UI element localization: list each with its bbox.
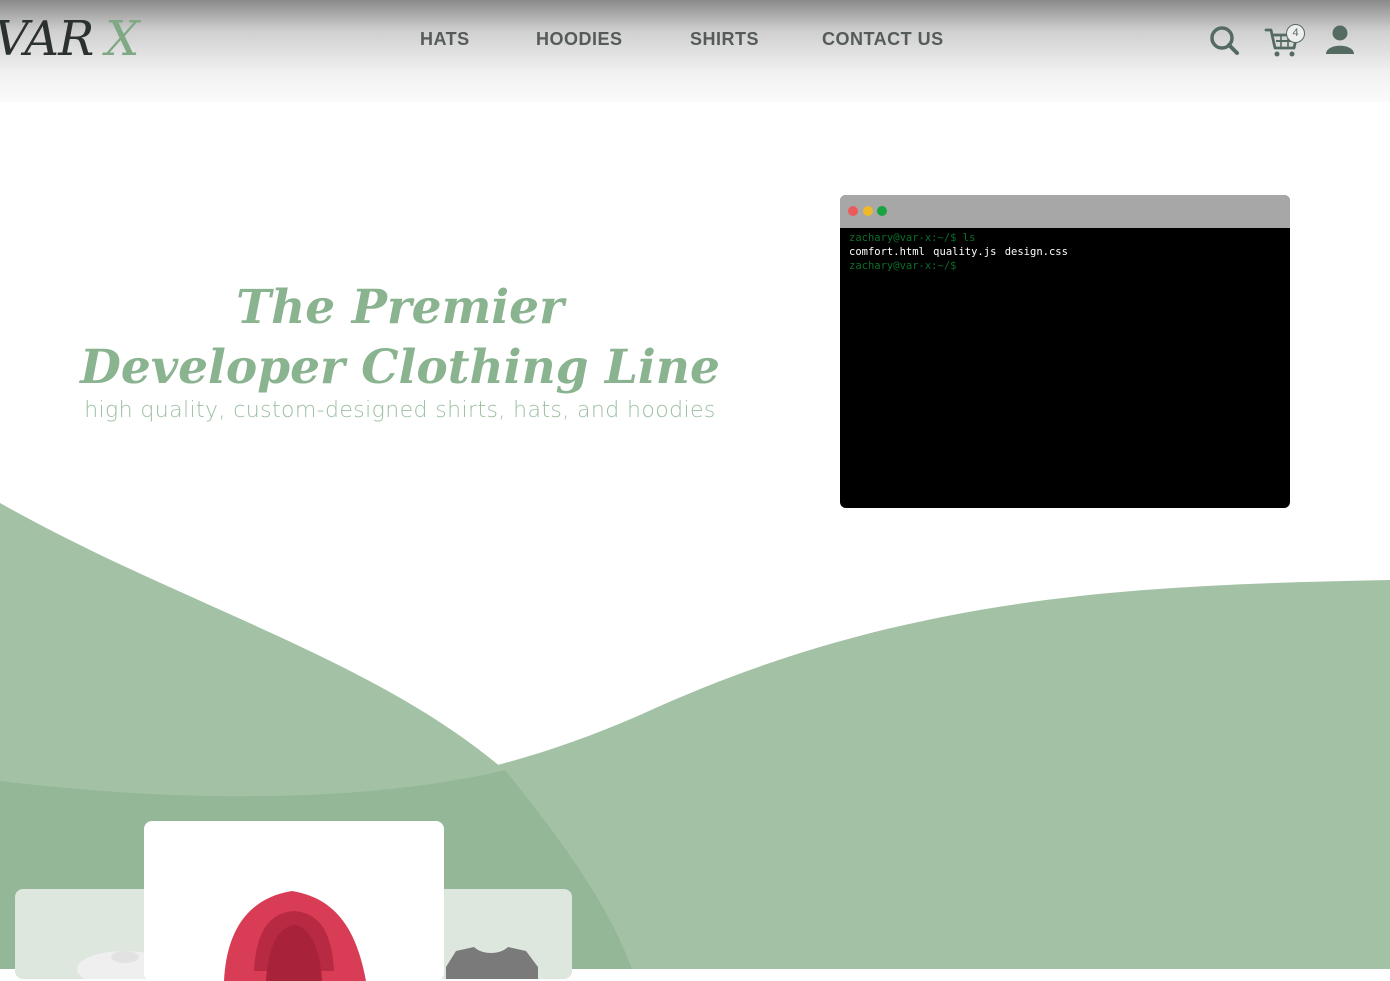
brand-name: VAR	[0, 11, 94, 67]
terminal-body: zachary@var-x:~/$ ls comfort.html qualit…	[840, 228, 1290, 276]
hoodie-image	[224, 891, 366, 981]
nav-shirts[interactable]: SHIRTS	[690, 28, 759, 50]
minimize-dot-icon	[863, 206, 873, 216]
site-header: VAR X HATS HOODIES SHIRTS CONTACT US 4	[0, 0, 1390, 102]
brand-logo[interactable]: VAR X	[0, 11, 139, 67]
hero-subtitle: high quality, custom-designed shirts, ha…	[84, 398, 716, 423]
maximize-dot-icon	[877, 206, 887, 216]
product-card-hoodie[interactable]	[144, 821, 444, 981]
hat-image	[77, 951, 155, 979]
terminal-output-line: comfort.html quality.js design.css	[849, 246, 1068, 258]
hero-title-line-2: Developer Clothing Line	[80, 340, 720, 395]
user-icon[interactable]	[1322, 22, 1358, 58]
nav-hoodies[interactable]: HOODIES	[536, 28, 623, 50]
shirt-image	[446, 947, 538, 979]
terminal-window: zachary@var-x:~/$ ls comfort.html qualit…	[840, 195, 1290, 508]
close-dot-icon	[848, 206, 858, 216]
nav-hats[interactable]: HATS	[420, 28, 470, 50]
product-card-shirt[interactable]	[430, 889, 572, 979]
terminal-prompt-line: zachary@var-x:~/$ ls	[849, 232, 976, 244]
search-icon[interactable]	[1206, 22, 1242, 58]
hero-title-line-1: The Premier	[236, 280, 564, 335]
product-card-hat[interactable]	[15, 889, 155, 979]
terminal-title-bar	[840, 195, 1290, 228]
brand-mark: X	[105, 11, 139, 67]
nav-contact-us[interactable]: CONTACT US	[822, 28, 944, 50]
cart-count-badge: 4	[1286, 24, 1305, 43]
terminal-prompt-line: zachary@var-x:~/$	[849, 260, 957, 272]
